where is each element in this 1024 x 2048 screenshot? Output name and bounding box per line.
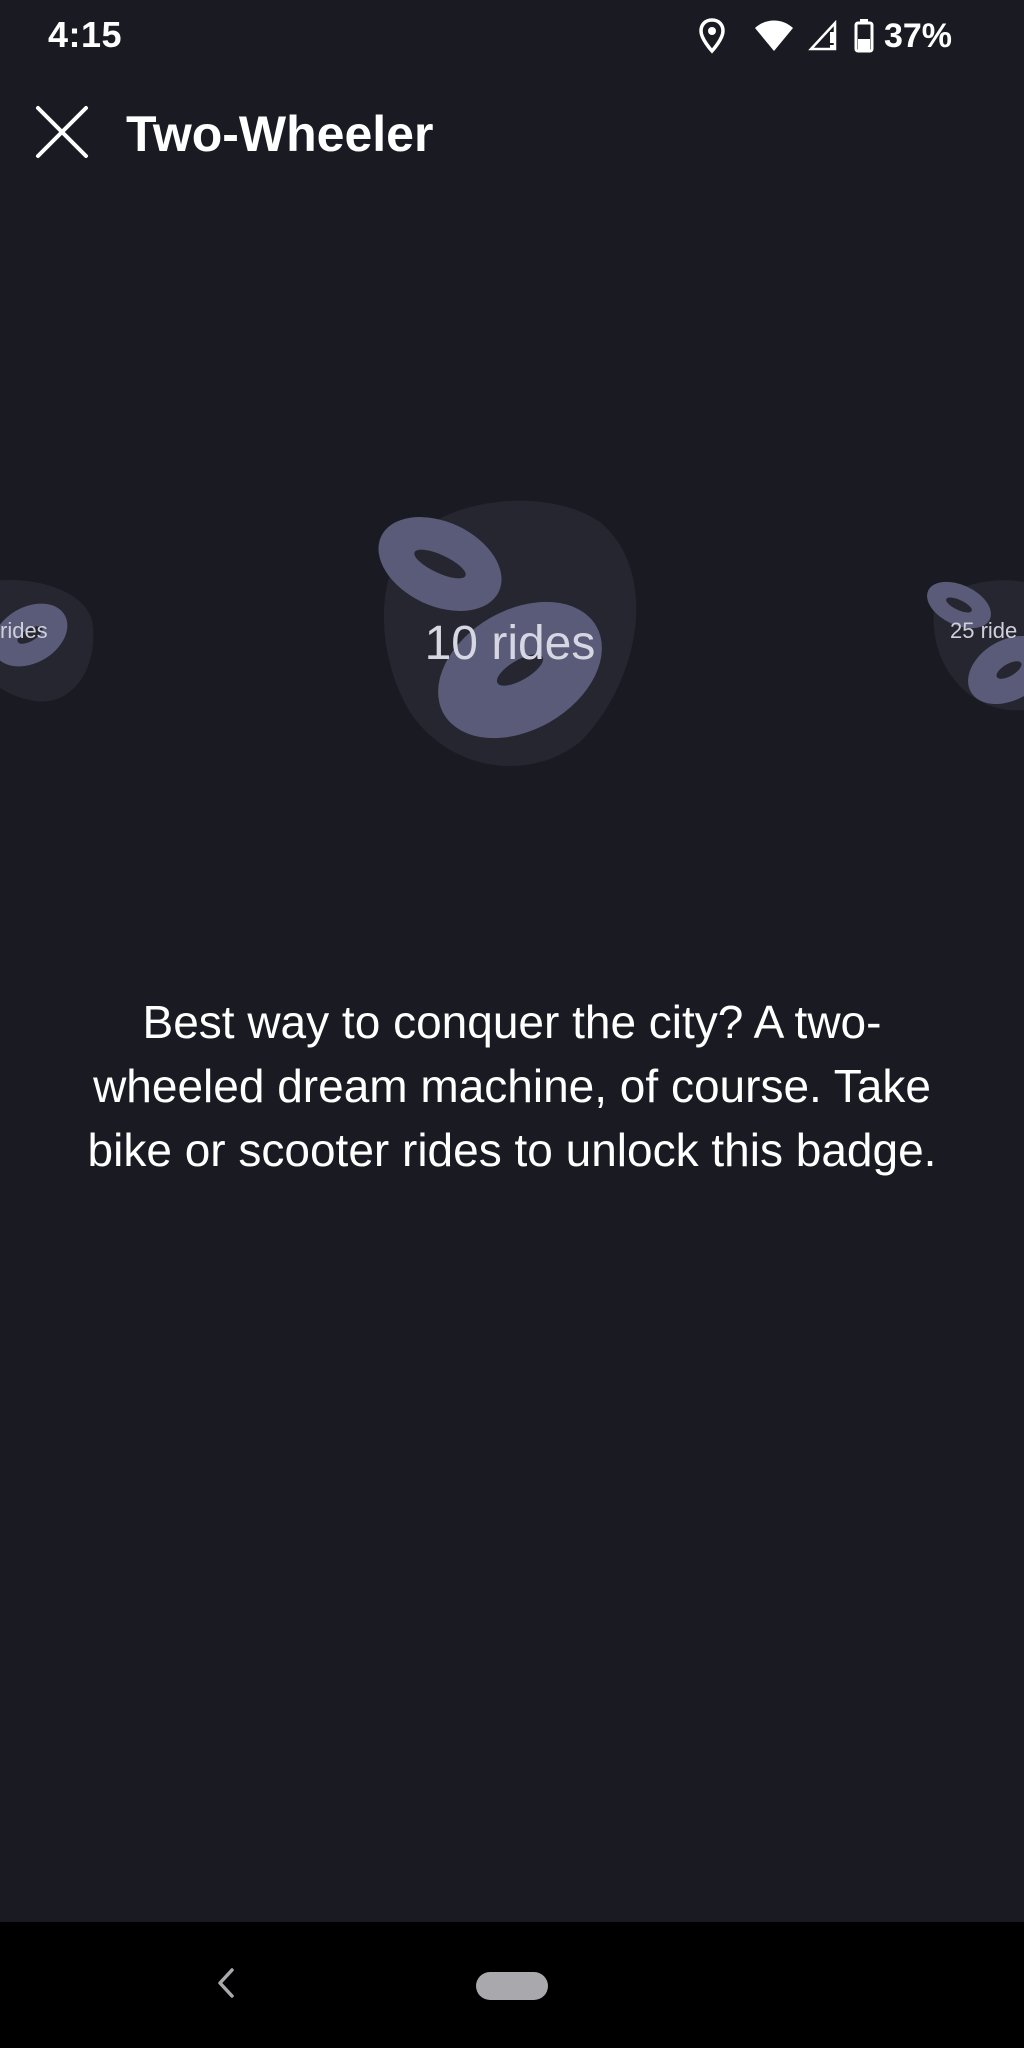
badge-next[interactable]: 25 ride: [924, 560, 1024, 716]
app-bar: Two-Wheeler: [0, 96, 1024, 176]
page-title: Two-Wheeler: [126, 106, 434, 162]
home-pill-icon[interactable]: [476, 1972, 548, 2000]
signal-icon: [808, 20, 840, 52]
location-icon: [698, 18, 726, 54]
system-nav-bar: [0, 1922, 1024, 2048]
battery-percent: 37%: [883, 16, 952, 55]
badge-detail-screen: 4:15 37% Two-Wheeler rides 10 rides 25 r…: [0, 0, 1024, 2048]
battery-icon: [854, 19, 874, 53]
badge-current-label: 10 rides: [424, 617, 596, 670]
status-icons: 37%: [698, 14, 952, 58]
badge-previous[interactable]: rides: [0, 560, 96, 716]
badge-description: Best way to conquer the city? A two-whee…: [87, 996, 937, 1176]
close-button[interactable]: [30, 102, 94, 166]
close-icon: [34, 104, 90, 165]
badge-current[interactable]: 10 rides: [370, 492, 650, 772]
status-bar: 4:15 37%: [0, 0, 1024, 72]
badge-next-label: 25 ride: [950, 618, 1018, 643]
back-chevron-icon: [216, 1967, 236, 2004]
status-time: 4:15: [48, 14, 123, 55]
badge-carousel[interactable]: rides 10 rides 25 ride: [0, 480, 1024, 780]
wifi-icon: [754, 20, 794, 52]
nav-back-button[interactable]: [206, 1960, 246, 2010]
badge-previous-label: rides: [0, 618, 48, 643]
